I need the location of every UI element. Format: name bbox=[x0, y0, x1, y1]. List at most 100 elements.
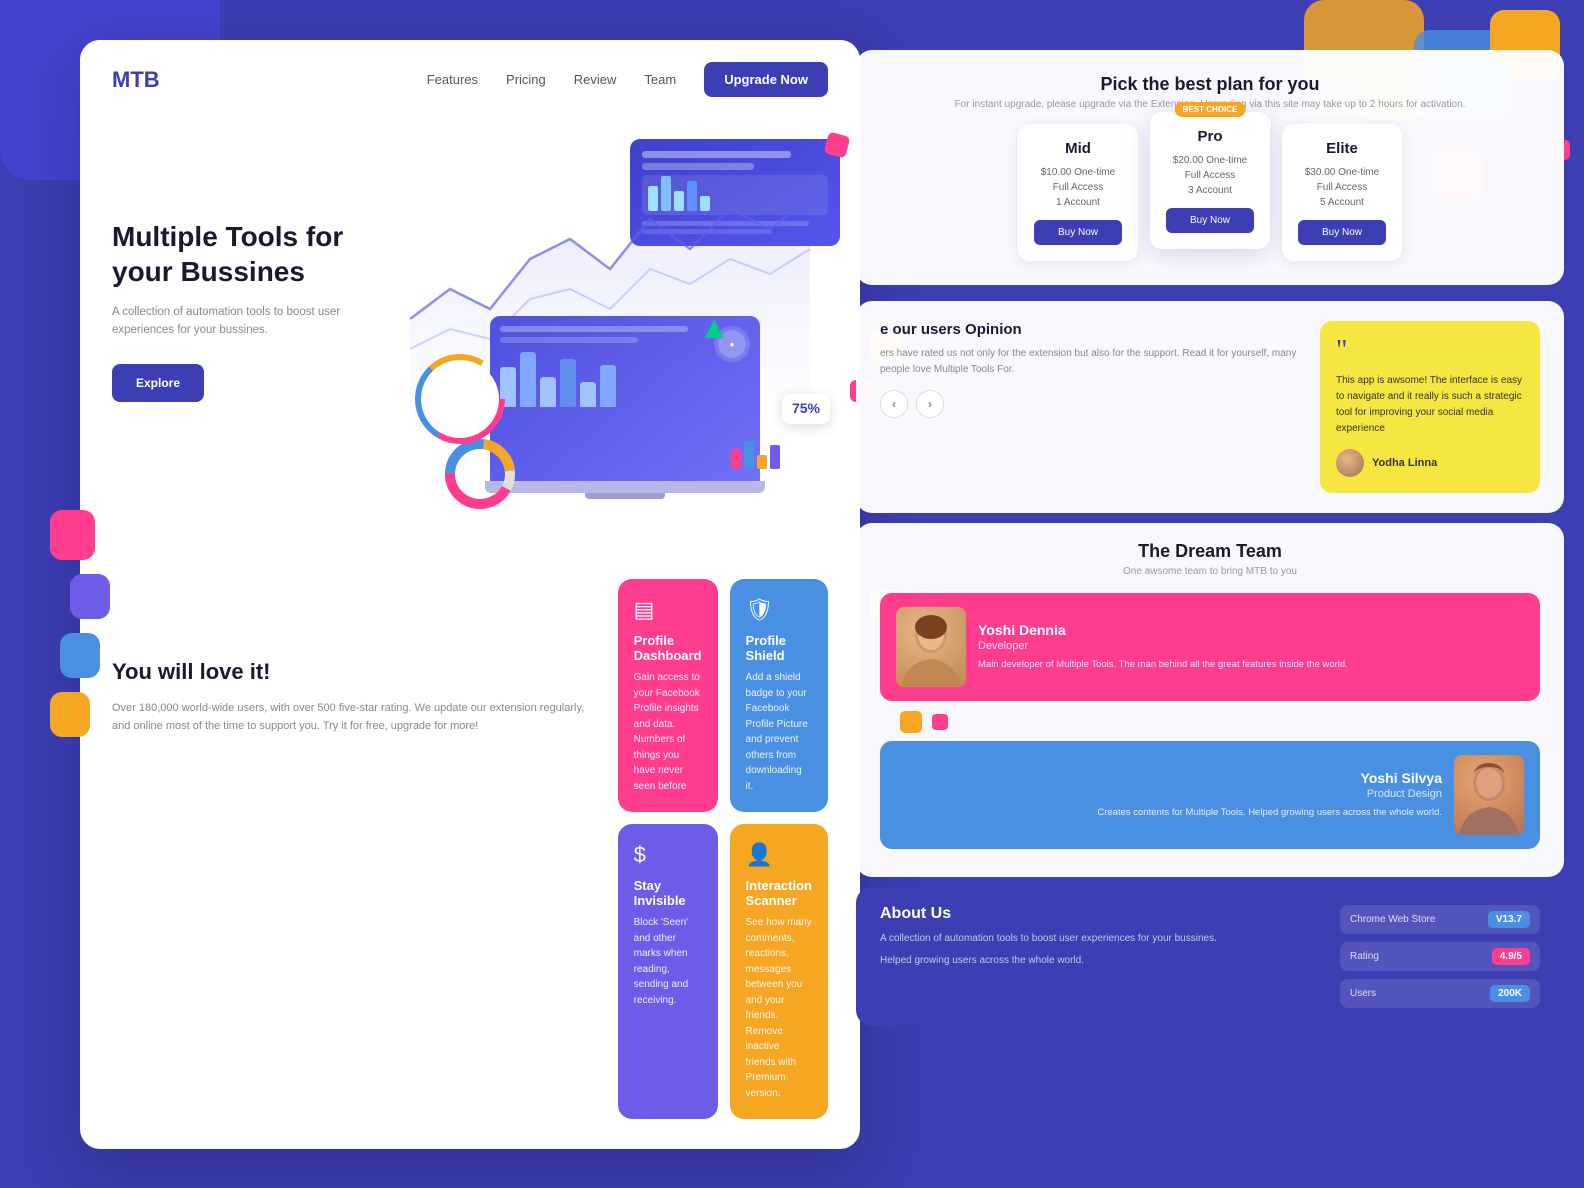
testimonial-section: e our users Opinion ers have rated us no… bbox=[856, 301, 1564, 513]
deco-blue-block bbox=[60, 633, 100, 678]
upgrade-now-button[interactable]: Upgrade Now bbox=[704, 62, 828, 97]
feature-card-scanner: 👤 Interaction Scanner See how many comme… bbox=[730, 824, 828, 1119]
plan-mid-name: Mid bbox=[1034, 140, 1122, 157]
pricing-card-elite: Elite $30.00 One-time Full Access 5 Acco… bbox=[1282, 124, 1402, 261]
member2-desc: Creates contents for Multiple Tools. Hel… bbox=[896, 806, 1442, 820]
testimonial-section-desc: ers have rated us not only for the exten… bbox=[880, 346, 1304, 378]
invisible-icon: $ bbox=[634, 842, 702, 868]
deco-purple-block bbox=[70, 574, 110, 619]
feature-card-dashboard: ▤ Profile Dashboard Gain access to your … bbox=[618, 579, 718, 812]
stat-rating-value: 4.9/5 bbox=[1492, 948, 1530, 965]
features-section: You will love it! Over 180,000 world-wid… bbox=[80, 549, 860, 1149]
circle-icon: ● bbox=[730, 340, 735, 349]
laptop-illustration: ● bbox=[490, 316, 760, 499]
pricing-section: Pick the best plan for you For instant u… bbox=[856, 50, 1564, 285]
team-title: The Dream Team bbox=[880, 541, 1540, 562]
stat-chrome-value: V13.7 bbox=[1488, 911, 1530, 928]
right-panel: Pick the best plan for you For instant u… bbox=[840, 0, 1580, 1188]
explore-button[interactable]: Explore bbox=[112, 364, 204, 402]
invisible-title: Stay Invisible bbox=[634, 878, 702, 908]
stat-users-label: Users bbox=[1350, 988, 1480, 999]
plan-elite-accounts: 5 Account bbox=[1298, 197, 1386, 208]
brand-logo: MTB bbox=[112, 67, 160, 93]
team-card-2: Yoshi Silvya Product Design Creates cont… bbox=[880, 741, 1540, 849]
scanner-desc: See how many comments, reactions, messag… bbox=[746, 915, 812, 1101]
scanner-icon: 👤 bbox=[746, 842, 812, 868]
percent-value: 75% bbox=[792, 400, 820, 416]
team-card-1: Yoshi Dennia Developer Main developer of… bbox=[880, 593, 1540, 701]
author-name: Yodha Linna bbox=[1372, 457, 1437, 469]
plan-pro-name: Pro bbox=[1166, 128, 1254, 145]
member2-avatar bbox=[1454, 755, 1524, 835]
member1-avatar bbox=[896, 607, 966, 687]
plan-pro-access: Full Access bbox=[1166, 170, 1254, 181]
plan-elite-name: Elite bbox=[1298, 140, 1386, 157]
features-cards: ▤ Profile Dashboard Gain access to your … bbox=[618, 579, 828, 1119]
plan-elite-btn[interactable]: Buy Now bbox=[1298, 220, 1386, 245]
hero-text: Multiple Tools for your Bussines A colle… bbox=[112, 149, 392, 402]
about-desc: A collection of automation tools to boos… bbox=[880, 931, 1320, 947]
invisible-desc: Block 'Seen' and other marks when readin… bbox=[634, 915, 702, 1008]
team-subtitle: One awsome team to bring MTB to you bbox=[880, 566, 1540, 577]
features-desc: Over 180,000 world-wide users, with over… bbox=[112, 699, 598, 735]
feature-card-invisible: $ Stay Invisible Block 'Seen' and other … bbox=[618, 824, 718, 1119]
chart-svg bbox=[410, 119, 830, 419]
features-title: You will love it! bbox=[112, 659, 598, 685]
pricing-cards: Mid $10.00 One-time Full Access 1 Accoun… bbox=[880, 124, 1540, 261]
testimonial-prev-btn[interactable]: ‹ bbox=[880, 390, 908, 418]
pricing-title: Pick the best plan for you bbox=[880, 74, 1540, 95]
pricing-card-mid: Mid $10.00 One-time Full Access 1 Accoun… bbox=[1018, 124, 1138, 261]
deco-yellow-block bbox=[50, 692, 90, 737]
about-desc2: Helped growing users across the whole wo… bbox=[880, 953, 1320, 969]
about-left: About Us A collection of automation tool… bbox=[880, 905, 1320, 1008]
feature-card-shield: 🛡 Profile Shield Add a shield badge to y… bbox=[730, 579, 828, 812]
author-avatar bbox=[1336, 449, 1364, 477]
plan-mid-price: $10.00 One-time bbox=[1034, 167, 1122, 178]
stat-row-rating: Rating 4.9/5 bbox=[1340, 942, 1540, 971]
hero-section: Multiple Tools for your Bussines A colle… bbox=[80, 119, 860, 549]
member1-info: Yoshi Dennia Developer Main developer of… bbox=[978, 622, 1524, 672]
best-choice-badge: BEST CHOICE bbox=[1175, 102, 1246, 117]
nav-pricing[interactable]: Pricing bbox=[506, 72, 546, 87]
shield-title: Profile Shield bbox=[746, 633, 812, 663]
mini-bar-chart bbox=[731, 439, 780, 469]
shield-icon: 🛡 bbox=[746, 597, 812, 623]
scanner-title: Interaction Scanner bbox=[746, 878, 812, 908]
team-deco-row bbox=[880, 711, 1540, 733]
member2-info: Yoshi Silvya Product Design Creates cont… bbox=[896, 770, 1442, 820]
left-deco-wrap bbox=[50, 510, 110, 737]
stat-users-value: 200K bbox=[1490, 985, 1530, 1002]
testimonial-card: " This app is awsome! The interface is e… bbox=[1320, 321, 1540, 493]
dashboard-desc: Gain access to your Facebook Profile ins… bbox=[634, 670, 702, 794]
percent-card: 75% bbox=[782, 394, 830, 424]
green-arrow: ▲ bbox=[698, 309, 730, 346]
plan-elite-price: $30.00 One-time bbox=[1298, 167, 1386, 178]
nav-team[interactable]: Team bbox=[644, 72, 676, 87]
hero-title: Multiple Tools for your Bussines bbox=[112, 219, 392, 289]
dashboard-icon: ▤ bbox=[634, 597, 702, 623]
stat-row-users: Users 200K bbox=[1340, 979, 1540, 1008]
stat-rating-label: Rating bbox=[1350, 951, 1482, 962]
member2-name: Yoshi Silvya bbox=[896, 770, 1442, 786]
testimonial-quote: This app is awsome! The interface is eas… bbox=[1336, 373, 1524, 437]
hero-desc: A collection of automation tools to boos… bbox=[112, 303, 392, 340]
hero-illustration: ● 75% bbox=[410, 119, 860, 519]
testimonial-nav: ‹ › bbox=[880, 390, 1304, 418]
testimonial-next-btn[interactable]: › bbox=[916, 390, 944, 418]
deco-yellow-sm bbox=[900, 711, 922, 733]
testimonial-left: e our users Opinion ers have rated us no… bbox=[880, 321, 1304, 493]
deco-pink-sm bbox=[932, 714, 948, 730]
team-section: The Dream Team One awsome team to bring … bbox=[856, 523, 1564, 877]
plan-pro-btn[interactable]: Buy Now bbox=[1166, 208, 1254, 233]
member1-desc: Main developer of Multiple Tools. The ma… bbox=[978, 658, 1524, 672]
plan-pro-price: $20.00 One-time bbox=[1166, 155, 1254, 166]
nav-features[interactable]: Features bbox=[427, 72, 478, 87]
plan-pro-accounts: 3 Account bbox=[1166, 185, 1254, 196]
navbar: MTB Features Pricing Review Team Upgrade… bbox=[80, 40, 860, 119]
about-stats: Chrome Web Store V13.7 Rating 4.9/5 User… bbox=[1340, 905, 1540, 1008]
nav-review[interactable]: Review bbox=[574, 72, 617, 87]
plan-elite-access: Full Access bbox=[1298, 182, 1386, 193]
pie-chart bbox=[415, 354, 505, 449]
main-page: MTB Features Pricing Review Team Upgrade… bbox=[80, 40, 860, 1149]
plan-mid-btn[interactable]: Buy Now bbox=[1034, 220, 1122, 245]
